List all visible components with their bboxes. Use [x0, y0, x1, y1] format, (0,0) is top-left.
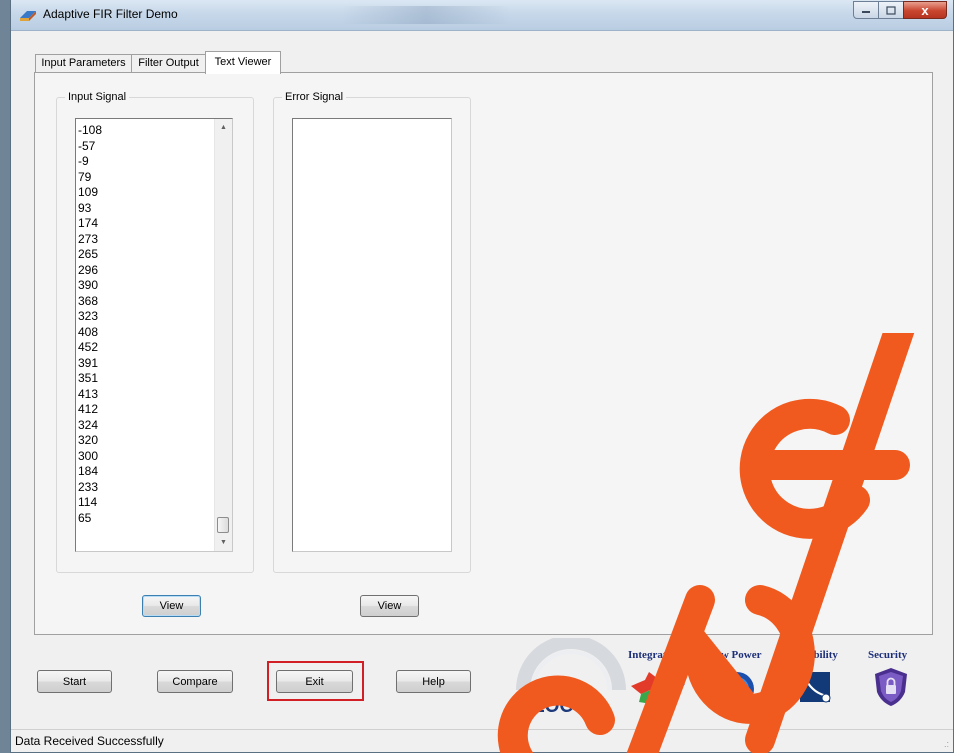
list-item[interactable]: 320 [77, 433, 214, 449]
list-item[interactable]: 412 [77, 402, 214, 418]
error-signal-group: Error Signal [273, 91, 471, 573]
text-viewer-panel: Input Signal -108 -57 -9 79 109 93 174 273 265 29… [34, 72, 933, 635]
reliability-icon [800, 672, 831, 703]
scroll-thumb[interactable] [217, 517, 229, 533]
maximize-button[interactable] [878, 1, 904, 19]
list-item[interactable]: 324 [77, 418, 214, 434]
tab-label: Text Viewer [214, 56, 272, 68]
low-power-label: Low Power [708, 649, 762, 661]
exit-button[interactable]: Exit [276, 670, 353, 693]
list-item[interactable]: 413 [77, 387, 214, 403]
power-icon [720, 672, 754, 706]
minimize-icon [862, 11, 870, 13]
shield-icon [875, 668, 907, 706]
list-item[interactable]: -108 [77, 123, 214, 139]
scroll-down-icon[interactable]: ▼ [215, 534, 232, 551]
list-item[interactable]: 109 [77, 185, 214, 201]
list-item[interactable]: 114 [77, 495, 214, 511]
list-item[interactable]: 184 [77, 464, 214, 480]
list-item[interactable]: 65 [77, 511, 214, 527]
list-item[interactable]: 323 [77, 309, 214, 325]
start-button[interactable]: Start [37, 670, 112, 693]
scroll-up-icon[interactable]: ▲ [215, 119, 232, 136]
list-item[interactable]: -57 [77, 139, 214, 155]
list-item[interactable]: 391 [77, 356, 214, 372]
help-button[interactable]: Help [396, 670, 471, 693]
list-item[interactable]: 296 [77, 263, 214, 279]
tab-filter-output[interactable]: Filter Output [131, 54, 206, 73]
tab-input-parameters[interactable]: Input Parameters [35, 54, 132, 73]
close-icon: x [921, 2, 929, 18]
title-bar-reflection [341, 6, 511, 24]
input-signal-scrollbar[interactable]: ▲ ▼ [214, 119, 232, 551]
app-window: Adaptive FIR Filter Demo x Input Paramet… [10, 0, 954, 753]
tab-label: Input Parameters [41, 57, 126, 69]
list-item[interactable]: 273 [77, 232, 214, 248]
list-item[interactable]: 79 [77, 170, 214, 186]
logo-text: IGLOO [513, 696, 574, 717]
error-signal-listbox[interactable] [292, 118, 452, 552]
list-item[interactable]: 452 [77, 340, 214, 356]
tab-label: Filter Output [138, 57, 199, 69]
integration-label: Integration [628, 649, 682, 661]
compare-button[interactable]: Compare [157, 670, 233, 693]
input-signal-listbox[interactable]: -108 -57 -9 79 109 93 174 273 265 296 390 368 323 408… [75, 118, 233, 552]
list-item[interactable]: 174 [77, 216, 214, 232]
list-item[interactable]: 390 [77, 278, 214, 294]
resize-grip-icon[interactable]: .: [944, 739, 949, 749]
error-view-button[interactable]: View [360, 595, 419, 617]
maximize-icon [886, 5, 896, 15]
close-button[interactable]: x [903, 1, 947, 19]
minimize-button[interactable] [853, 1, 879, 19]
list-item[interactable]: 351 [77, 371, 214, 387]
reliability-label: Reliability [789, 649, 838, 661]
puzzle-icon [631, 672, 685, 704]
window-title: Adaptive FIR Filter Demo [43, 7, 178, 21]
input-signal-group: Input Signal -108 -57 -9 79 109 93 174 273 265 29… [56, 91, 254, 573]
status-text: Data Received Successfully [15, 734, 164, 748]
list-item[interactable]: 368 [77, 294, 214, 310]
tab-text-viewer[interactable]: Text Viewer [205, 51, 281, 74]
title-bar[interactable]: Adaptive FIR Filter Demo x [11, 0, 953, 31]
input-view-button[interactable]: View [142, 595, 201, 617]
list-item[interactable]: 408 [77, 325, 214, 341]
security-label: Security [868, 649, 908, 661]
list-item[interactable]: 265 [77, 247, 214, 263]
list-item[interactable]: 93 [77, 201, 214, 217]
list-item[interactable]: -9 [77, 154, 214, 170]
error-signal-label: Error Signal [282, 91, 347, 104]
status-bar: Data Received Successfully .: [11, 729, 953, 752]
input-signal-label: Input Signal [65, 91, 130, 104]
input-signal-items: -108 -57 -9 79 109 93 174 273 265 296 390 368 323 408… [77, 123, 214, 526]
igloo2-logo: IGLOO 2 [513, 638, 626, 717]
logo-suffix: 2 [583, 696, 594, 717]
list-item[interactable]: 300 [77, 449, 214, 465]
list-item[interactable]: 233 [77, 480, 214, 496]
app-icon [20, 11, 36, 21]
